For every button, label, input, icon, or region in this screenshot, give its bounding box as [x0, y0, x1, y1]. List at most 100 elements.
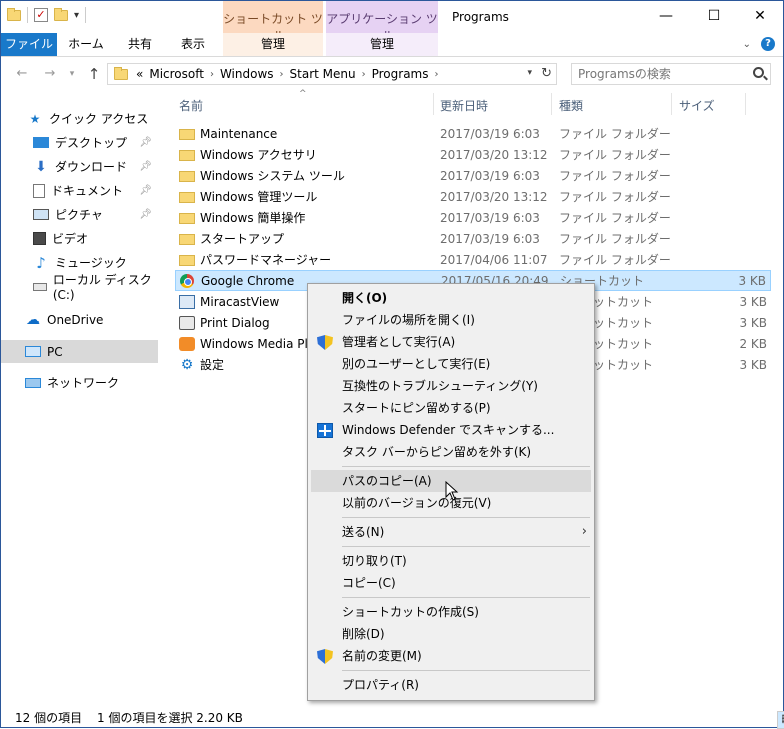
table-row[interactable]: Windows 簡単操作 2017/03/19 6:03 ファイル フォルダー	[175, 207, 771, 228]
pin-icon[interactable]: 📌︎	[139, 161, 152, 172]
chevron-down-icon[interactable]: ▾	[527, 68, 532, 78]
column-divider[interactable]	[433, 93, 434, 115]
address-bar[interactable]: « Microsoft › Windows › Start Menu › Pro…	[107, 63, 557, 85]
explorer-window: ✓ ▾ ショートカット ツール アプリケーション ツール Programs — …	[0, 0, 784, 729]
chrome-icon	[180, 273, 194, 288]
nav-videos[interactable]: ビデオ	[1, 227, 158, 250]
menu-item-defender-scan[interactable]: Windows Defender でスキャンする...	[311, 419, 591, 441]
column-size[interactable]: サイズ	[679, 97, 715, 114]
file-date: 2017/04/06 11:07	[440, 252, 548, 267]
nav-quick-access[interactable]: ★ クイック アクセス	[1, 107, 158, 130]
table-row[interactable]: Maintenance 2017/03/19 6:03 ファイル フォルダー	[175, 123, 771, 144]
menu-item-unpin-taskbar[interactable]: タスク バーからピン留めを外す(K)	[311, 441, 591, 463]
table-row[interactable]: Windows 管理ツール 2017/03/20 13:12 ファイル フォルダ…	[175, 186, 771, 207]
menu-item-delete[interactable]: 削除(D)	[311, 623, 591, 645]
nav-label: ビデオ	[52, 232, 89, 246]
folder-icon	[179, 192, 195, 203]
nav-network[interactable]: ネットワーク	[1, 371, 158, 394]
nav-label: ドキュメント	[51, 184, 124, 198]
search-box[interactable]	[571, 63, 771, 85]
menu-label: 送る(N)	[342, 525, 385, 539]
table-row[interactable]: スタートアップ 2017/03/19 6:03 ファイル フォルダー	[175, 228, 771, 249]
tab-manage-shortcut[interactable]: 管理	[223, 33, 323, 56]
pin-icon[interactable]: 📌︎	[139, 209, 152, 220]
breadcrumb-programs[interactable]: Programs	[372, 67, 429, 81]
close-button[interactable]: ✕	[737, 1, 783, 33]
menu-item-open-location[interactable]: ファイルの場所を開く(I)	[311, 309, 591, 331]
pin-icon[interactable]: 📌︎	[139, 185, 152, 196]
chevron-right-icon[interactable]: ›	[280, 69, 284, 80]
menu-separator	[342, 597, 590, 598]
recent-locations-icon[interactable]: ▾	[63, 65, 81, 83]
properties-icon[interactable]: ✓	[34, 8, 48, 22]
menu-item-rename[interactable]: 名前の変更(M)	[311, 645, 591, 667]
pin-icon[interactable]: 📌︎	[139, 137, 152, 148]
menu-label: タスク バーからピン留めを外す(K)	[342, 445, 532, 459]
menu-item-properties[interactable]: プロパティ(R)	[311, 674, 591, 696]
forward-arrow-icon[interactable]: →	[41, 65, 59, 83]
search-input[interactable]	[572, 64, 742, 84]
tab-view[interactable]: 表示	[167, 33, 219, 56]
maximize-button[interactable]: ☐	[691, 1, 737, 33]
tab-home[interactable]: ホーム	[59, 33, 113, 56]
minimize-button[interactable]: —	[643, 1, 689, 33]
menu-item-run-as-admin[interactable]: 管理者として実行(A)	[311, 331, 591, 353]
file-size: 3 KB	[739, 315, 767, 330]
column-divider[interactable]	[551, 93, 552, 115]
column-divider[interactable]	[671, 93, 672, 115]
menu-label: パスのコピー(A)	[342, 474, 432, 488]
back-arrow-icon[interactable]: ←	[13, 65, 31, 83]
menu-item-open[interactable]: 開く(O)	[311, 287, 591, 309]
table-row[interactable]: パスワードマネージャー 2017/04/06 11:07 ファイル フォルダー	[175, 249, 771, 270]
folder-icon	[179, 213, 195, 224]
menu-item-pin-start[interactable]: スタートにピン留めする(P)	[311, 397, 591, 419]
menu-item-create-shortcut[interactable]: ショートカットの作成(S)	[311, 601, 591, 623]
uac-shield-icon	[317, 335, 333, 350]
table-row[interactable]: Windows システム ツール 2017/03/19 6:03 ファイル フォ…	[175, 165, 771, 186]
up-arrow-icon[interactable]: ↑	[85, 65, 103, 83]
menu-item-troubleshoot[interactable]: 互換性のトラブルシューティング(Y)	[311, 375, 591, 397]
column-name[interactable]: 名前	[179, 97, 203, 114]
file-date: 2017/03/19 6:03	[440, 126, 540, 141]
application-tools-header: アプリケーション ツール	[326, 1, 438, 43]
menu-item-cut[interactable]: 切り取り(T)	[311, 550, 591, 572]
ribbon-tabs: ファイル ホーム 共有 表示 管理 管理 ⌄ ?	[1, 33, 783, 57]
nav-documents[interactable]: ドキュメント 📌︎	[1, 179, 158, 202]
column-divider[interactable]	[745, 93, 746, 115]
file-name: パスワードマネージャー	[200, 253, 332, 267]
nav-downloads[interactable]: ⬇ ダウンロード 📌︎	[1, 155, 158, 178]
help-icon[interactable]: ?	[761, 37, 775, 51]
column-type[interactable]: 種類	[559, 97, 583, 114]
expand-ribbon-icon[interactable]: ⌄	[743, 39, 751, 50]
breadcrumb-microsoft[interactable]: Microsoft	[149, 67, 204, 81]
mouse-cursor-icon	[445, 481, 459, 501]
refresh-icon[interactable]: ↻	[541, 66, 552, 81]
chevron-right-icon[interactable]: ›	[210, 69, 214, 80]
new-folder-icon[interactable]	[54, 7, 68, 21]
nav-onedrive[interactable]: ☁ OneDrive	[1, 308, 158, 331]
nav-pc[interactable]: PC	[1, 340, 158, 363]
column-date[interactable]: 更新日時	[440, 97, 488, 114]
tab-share[interactable]: 共有	[115, 33, 165, 56]
menu-label: スタートにピン留めする(P)	[342, 401, 491, 415]
large-icons-view-icon[interactable]: ▦	[777, 711, 784, 729]
file-name: Windows システム ツール	[200, 169, 345, 183]
nav-desktop[interactable]: デスクトップ 📌︎	[1, 131, 158, 154]
tab-manage-application[interactable]: 管理	[326, 33, 438, 56]
chevron-right-icon[interactable]: ›	[362, 69, 366, 80]
tab-file[interactable]: ファイル	[1, 33, 57, 56]
menu-item-send-to[interactable]: 送る(N) ›	[311, 521, 591, 543]
chevron-right-icon[interactable]: ›	[435, 69, 439, 80]
breadcrumb-start-menu[interactable]: Start Menu	[290, 67, 356, 81]
document-icon	[33, 183, 45, 198]
search-icon[interactable]	[753, 67, 764, 78]
customize-toolbar-icon[interactable]: ▾	[74, 10, 79, 21]
menu-separator	[342, 517, 590, 518]
nav-pictures[interactable]: ピクチャ 📌︎	[1, 203, 158, 226]
table-row[interactable]: Windows アクセサリ 2017/03/20 13:12 ファイル フォルダ…	[175, 144, 771, 165]
breadcrumb-windows[interactable]: Windows	[220, 67, 274, 81]
nav-local-disk[interactable]: ローカル ディスク (C:)	[1, 273, 158, 302]
menu-item-copy[interactable]: コピー(C)	[311, 572, 591, 594]
menu-item-run-as-other[interactable]: 別のユーザーとして実行(E)	[311, 353, 591, 375]
breadcrumb-overflow[interactable]: «	[136, 67, 143, 81]
